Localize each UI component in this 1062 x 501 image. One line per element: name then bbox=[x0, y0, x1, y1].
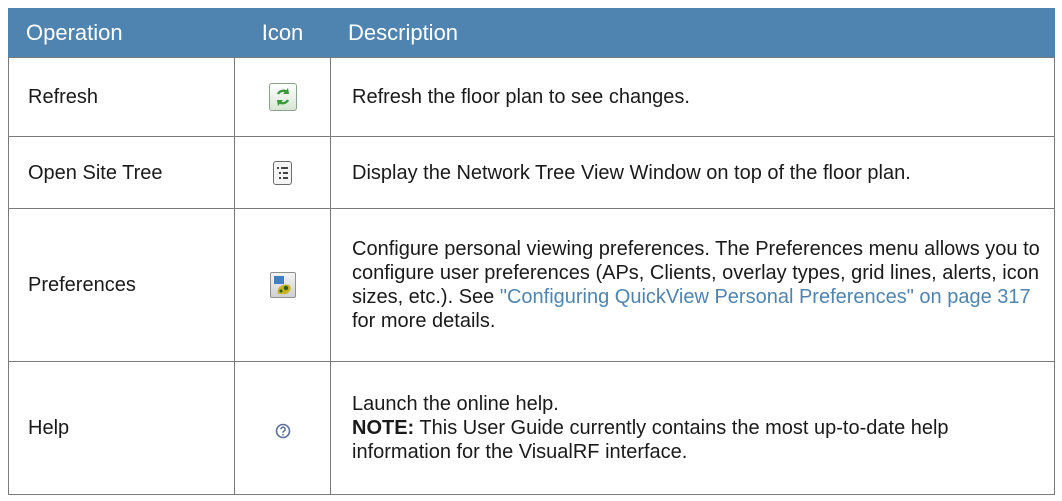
header-description: Description bbox=[330, 8, 1055, 58]
table-header: Operation Icon Description bbox=[8, 8, 1055, 58]
operations-table: Operation Icon Description Refresh Refre… bbox=[8, 8, 1055, 495]
operation-name: Help bbox=[8, 361, 235, 495]
configuring-quickview-preferences-link[interactable]: "Configuring QuickView Personal Preferen… bbox=[500, 286, 1031, 308]
operation-name: Refresh bbox=[8, 57, 235, 137]
note-text: This User Guide currently contains the m… bbox=[352, 417, 949, 463]
table-row: Preferences Configure personal viewing p… bbox=[8, 208, 1055, 362]
operation-description: Display the Network Tree View Window on … bbox=[330, 136, 1055, 209]
refresh-icon[interactable] bbox=[268, 83, 297, 111]
operation-description: Launch the online help. NOTE: This User G… bbox=[330, 361, 1055, 495]
help-icon[interactable] bbox=[275, 421, 291, 439]
table-row: Help Launch the online help. NOTE: This U… bbox=[8, 361, 1055, 495]
description-text: Launch the online help. bbox=[352, 393, 559, 415]
table-row: Refresh Refresh the floor plan to see ch… bbox=[8, 57, 1055, 137]
note: NOTE: This User Guide currently contains… bbox=[352, 416, 1044, 464]
header-operation: Operation bbox=[8, 8, 235, 58]
operation-name: Preferences bbox=[8, 208, 235, 362]
header-icon: Icon bbox=[234, 8, 331, 58]
note-label: NOTE: bbox=[352, 417, 415, 439]
operation-description: Refresh the floor plan to see changes. bbox=[330, 57, 1055, 137]
table-row: Open Site Tree Display the Network Tree … bbox=[8, 136, 1055, 209]
description-text-end: for more details. bbox=[352, 310, 496, 332]
operation-description: Configure personal viewing preferences. … bbox=[330, 208, 1055, 362]
operation-name: Open Site Tree bbox=[8, 136, 235, 209]
site-tree-icon[interactable] bbox=[273, 160, 292, 185]
preferences-icon[interactable] bbox=[269, 272, 296, 298]
